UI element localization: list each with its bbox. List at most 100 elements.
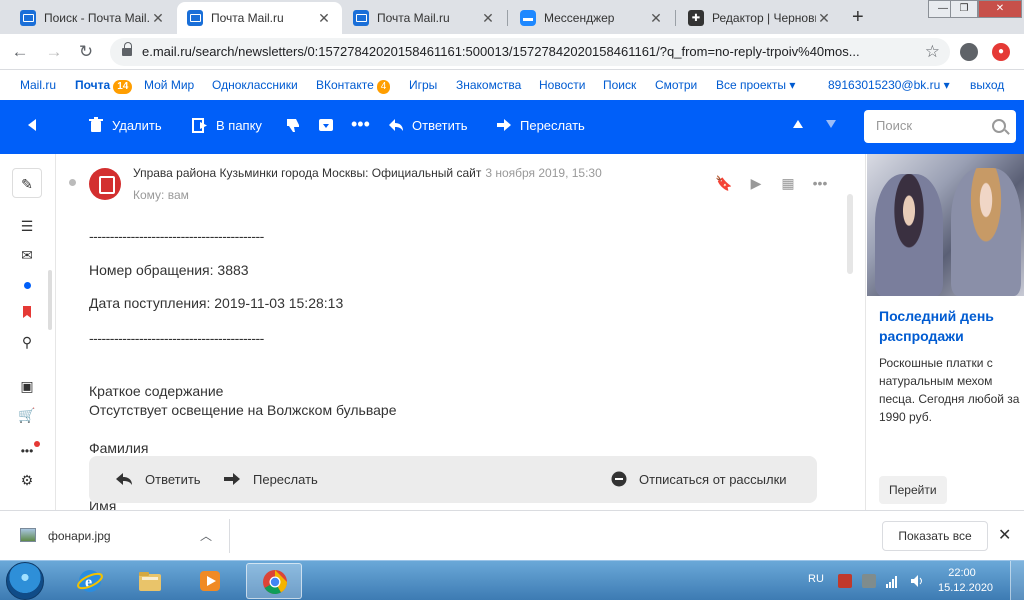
portal-link-vkontakte[interactable]: ВКонтакте 4 <box>316 78 391 94</box>
download-item[interactable]: фонари.jpg ︿ <box>14 519 230 553</box>
blue-dot-icon <box>23 282 31 289</box>
search-input[interactable] <box>876 118 986 133</box>
notification-dot <box>34 441 40 447</box>
forward-button[interactable]: Переслать <box>496 117 585 133</box>
message-more-icon[interactable]: ••• <box>811 174 829 192</box>
close-icon[interactable]: ✕ <box>150 10 166 27</box>
attachments-filter-button[interactable]: ⚲ <box>12 330 42 354</box>
back-arrow-icon[interactable]: ← <box>10 42 30 62</box>
compose-button[interactable]: ✎ <box>12 168 42 198</box>
forward-arrow-icon[interactable]: → <box>44 42 64 62</box>
move-to-folder-button[interactable]: В папку <box>192 117 262 133</box>
reply-button[interactable]: Ответить <box>388 117 468 133</box>
portal-link-my-world[interactable]: Мой Мир <box>144 78 194 92</box>
next-message-button[interactable] <box>825 119 837 129</box>
tab-title: Почта Mail.ru <box>211 11 284 25</box>
settings-button[interactable]: ⚙ <box>12 468 42 492</box>
portal-link-mailru[interactable]: Mail.ru <box>20 78 56 92</box>
flagged-filter-button[interactable] <box>12 301 42 325</box>
close-icon[interactable]: ✕ <box>316 10 332 27</box>
more-actions-button[interactable]: ••• <box>351 114 370 135</box>
back-button[interactable] <box>26 118 38 132</box>
unsubscribe-button[interactable]: Отписаться от рассылки <box>611 471 787 487</box>
spam-button[interactable] <box>285 117 309 133</box>
bookmark-star-icon[interactable]: ☆ <box>925 42 940 62</box>
tab-editor[interactable]: ✚ Редактор | Черновик ✕ <box>678 2 842 34</box>
shopping-filter-button[interactable]: 🛒 <box>12 403 42 427</box>
inbox-button[interactable]: ✉ <box>12 243 42 267</box>
previous-message-button[interactable] <box>792 119 804 129</box>
url-text: e.mail.ru/search/newsletters/0:157278420… <box>142 44 860 59</box>
taskbar-chrome[interactable] <box>246 563 302 599</box>
action-center-flag-icon[interactable] <box>838 574 852 588</box>
restore-window-button[interactable]: ❐ <box>950 0 978 18</box>
logout-link[interactable]: выход <box>970 78 1004 92</box>
quick-forward-button[interactable]: Переслать <box>223 471 318 487</box>
quick-forward-label: Переслать <box>253 471 318 487</box>
chevron-up-icon[interactable]: ︿ <box>200 527 212 544</box>
close-window-button[interactable]: ✕ <box>978 0 1022 18</box>
portal-link-search[interactable]: Поиск <box>603 78 636 92</box>
tab-mail-active[interactable]: Почта Mail.ru ✕ <box>177 2 342 34</box>
delete-button[interactable]: Удалить <box>88 117 162 133</box>
portal-link-games[interactable]: Игры <box>409 78 437 92</box>
close-icon[interactable]: ✕ <box>648 10 664 27</box>
archive-button[interactable] <box>318 117 342 133</box>
network-signal-icon[interactable] <box>886 574 900 588</box>
tab-mail-2[interactable]: Почта Mail.ru ✕ <box>343 2 506 34</box>
chevron-down-icon <box>826 120 836 128</box>
input-language-indicator[interactable]: RU <box>808 573 824 585</box>
portal-link-all-projects[interactable]: Все проекты ▾ <box>716 78 795 92</box>
taskbar-media-player[interactable] <box>182 563 238 599</box>
calendar-icon[interactable]: ▦ <box>779 174 797 192</box>
browser-tab-strip: Поиск - Почта Mail.ru ✕ Почта Mail.ru ✕ … <box>0 0 1024 34</box>
sender-name[interactable]: Управа района Кузьминки города Москвы: О… <box>133 166 481 180</box>
vk-count-badge: 4 <box>376 80 391 94</box>
portal-link-news[interactable]: Новости <box>539 78 585 92</box>
tab-search-mail[interactable]: Поиск - Почта Mail.ru ✕ <box>10 2 176 34</box>
portal-link-mail[interactable]: Почта 14 <box>75 78 133 94</box>
message-scrollbar[interactable] <box>847 194 853 274</box>
quick-reply-button[interactable]: Ответить <box>115 471 201 487</box>
show-desktop-button[interactable] <box>1010 561 1024 600</box>
close-icon[interactable]: ✕ <box>480 10 496 27</box>
menu-button[interactable]: ☰ <box>12 214 42 238</box>
portal-link-dating[interactable]: Знакомства <box>456 78 521 92</box>
new-tab-button[interactable]: + <box>852 6 864 29</box>
unsubscribe-label: Отписаться от рассылки <box>639 471 787 487</box>
show-all-downloads-button[interactable]: Показать все <box>882 521 988 551</box>
url-field[interactable]: e.mail.ru/search/newsletters/0:157278420… <box>110 38 950 66</box>
profile-avatar-icon[interactable] <box>960 43 978 61</box>
forward-arrow-icon <box>224 473 240 485</box>
search-icon[interactable] <box>992 119 1006 133</box>
bookmark-icon[interactable]: 🔖 <box>715 174 733 192</box>
ad-go-button[interactable]: Перейти <box>879 476 947 504</box>
ad-title[interactable]: Последний день распродажи <box>879 306 1019 346</box>
taskbar-internet-explorer[interactable]: e <box>62 563 118 599</box>
close-icon[interactable]: ✕ <box>816 10 832 27</box>
close-icon[interactable]: ✕ <box>998 525 1011 545</box>
mail-toolbar: Удалить В папку ••• Ответить Переслать <box>0 100 1024 154</box>
reload-icon[interactable]: ↻ <box>76 42 96 62</box>
start-button[interactable] <box>6 562 44 600</box>
more-folders-button[interactable]: ••• <box>12 439 42 463</box>
read-status-dot[interactable] <box>69 179 76 186</box>
rail-scrollbar[interactable] <box>48 270 52 330</box>
social-filter-button[interactable]: ▣ <box>12 374 42 398</box>
pencil-icon: ✎ <box>21 176 33 192</box>
volume-icon[interactable] <box>910 574 924 588</box>
extension-icon[interactable]: ● <box>992 43 1010 61</box>
tab-messenger[interactable]: ▬ Мессенджер ✕ <box>510 2 674 34</box>
red-flag-icon <box>23 306 31 318</box>
account-menu[interactable]: 89163015230@bk.ru ▾ <box>828 78 950 92</box>
system-clock[interactable]: 22:00 15.12.2020 <box>938 566 993 596</box>
portal-link-odnoklassniki[interactable]: Одноклассники <box>212 78 298 92</box>
taskbar-file-explorer[interactable] <box>122 563 178 599</box>
ad-image[interactable] <box>867 154 1024 296</box>
portal-link-watch[interactable]: Смотри <box>655 78 697 92</box>
sender-avatar <box>89 168 121 200</box>
video-call-icon[interactable]: ▶ <box>747 174 765 192</box>
search-field[interactable] <box>864 110 1016 143</box>
security-shield-icon[interactable] <box>862 574 876 588</box>
unread-filter-button[interactable] <box>12 272 42 296</box>
